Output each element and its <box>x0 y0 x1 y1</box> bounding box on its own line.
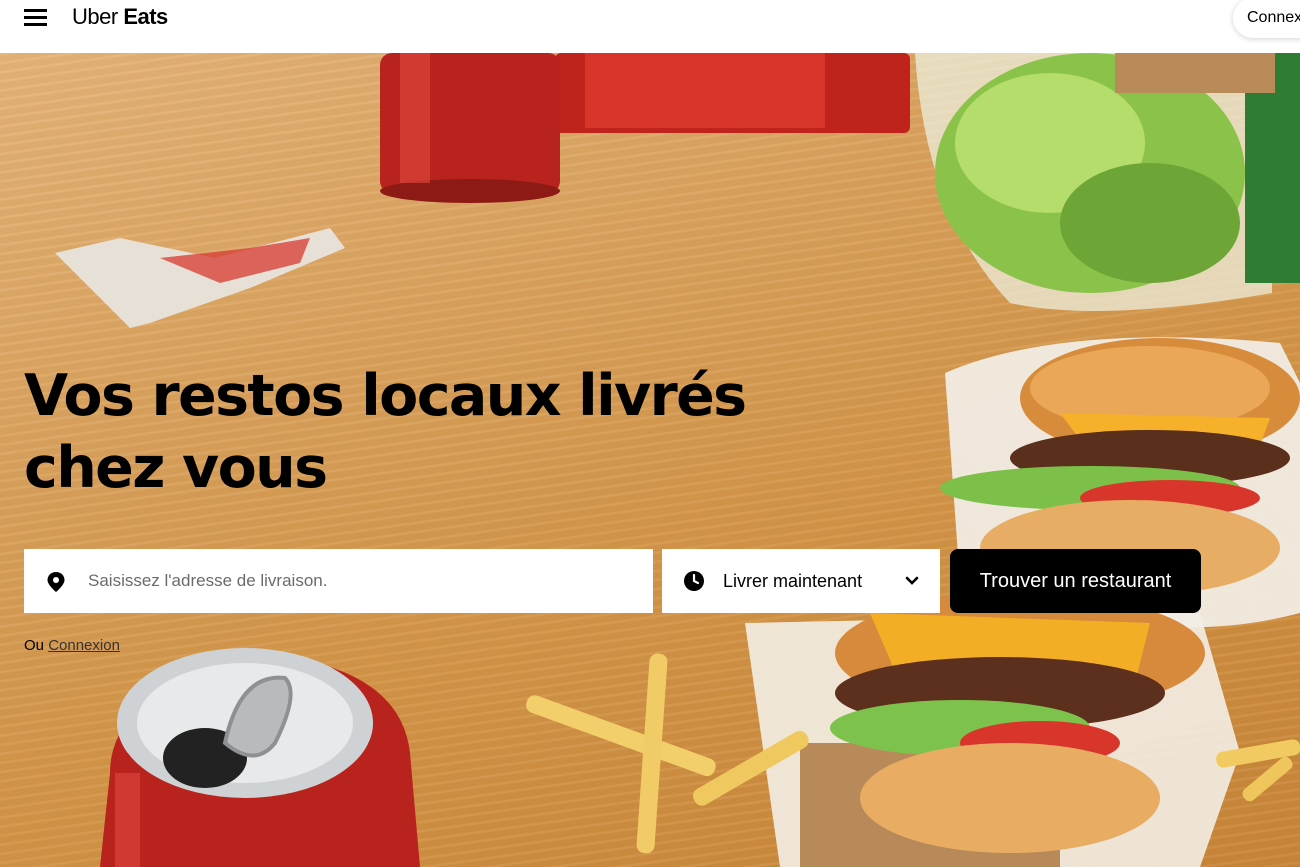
brand-eats: Eats <box>123 4 168 29</box>
top-bar: Uber Eats Connexion <box>0 0 1300 53</box>
clock-icon <box>684 571 704 591</box>
delivery-time-select[interactable]: Livrer maintenant <box>662 549 940 613</box>
chevron-down-icon <box>905 576 919 585</box>
find-restaurant-button[interactable]: Trouver un restaurant <box>950 549 1201 613</box>
hero-headline: Vos restos locaux livrés chez vous <box>24 363 747 501</box>
delivery-time-label: Livrer maintenant <box>723 571 863 591</box>
address-field[interactable] <box>24 549 653 613</box>
alt-login-line: Ou Connexion <box>24 637 120 654</box>
alt-login-prefix: Ou <box>24 637 45 654</box>
brand-logo[interactable]: Uber Eats <box>72 4 168 30</box>
address-input[interactable] <box>88 549 638 613</box>
brand-uber: Uber <box>72 4 118 29</box>
alt-login-link[interactable]: Connexion <box>48 637 120 654</box>
location-pin-icon <box>47 572 65 592</box>
login-button[interactable]: Connexion <box>1233 0 1300 38</box>
hero-section: Vos restos locaux livrés chez vous Livre… <box>0 53 1300 867</box>
menu-icon[interactable] <box>24 9 47 27</box>
